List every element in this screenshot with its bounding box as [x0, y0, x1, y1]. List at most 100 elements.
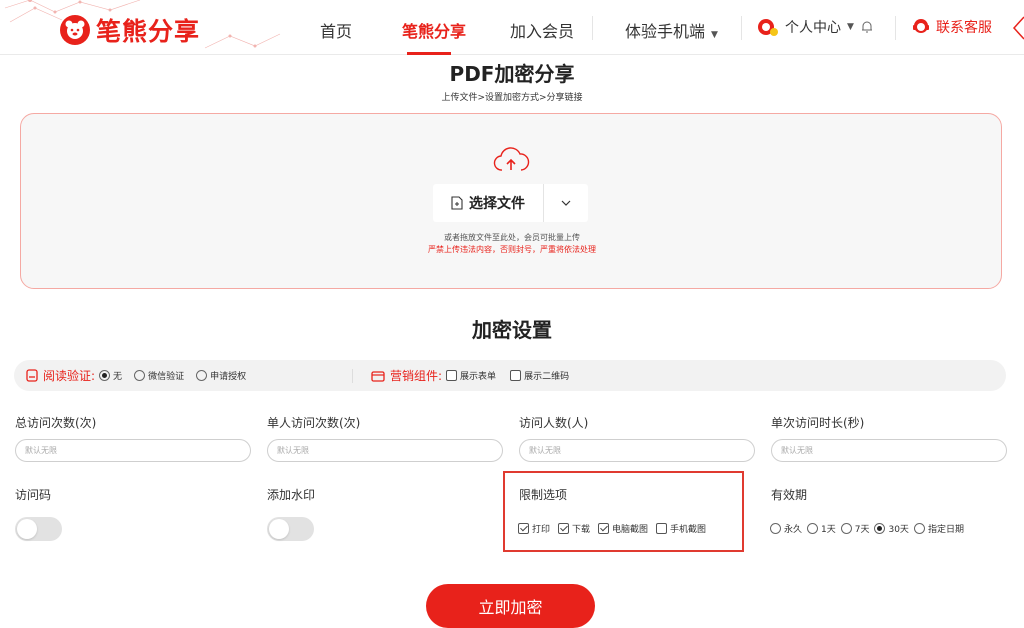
support-agent-icon [913, 19, 929, 33]
process-steps: 上传文件>设置加密方式>分享链接 [441, 93, 583, 103]
radio-validity-30day[interactable]: 30天 [874, 522, 909, 535]
active-nav-indicator [407, 52, 451, 55]
checkbox-box [510, 370, 522, 381]
checkbox-pc-screenshot[interactable]: 电脑截图 [598, 522, 648, 535]
radio-validity-custom-date[interactable]: 指定日期 [913, 522, 964, 535]
nav-home[interactable]: 首页 [320, 18, 352, 42]
user-center-menu[interactable]: 个人中心 ▼ [757, 17, 874, 37]
choose-file-label: 选择文件 [469, 196, 525, 212]
radio-dot [807, 523, 819, 534]
read-verify-label: 阅读验证: [43, 369, 96, 383]
bear-logo-icon [60, 15, 90, 45]
bar-divider [352, 369, 353, 383]
radio-validity-forever[interactable]: 永久 [770, 522, 802, 535]
radio-validity-7day[interactable]: 7天 [840, 522, 870, 535]
total-visits-label: 总访问次数(次) [15, 416, 97, 430]
visitor-count-label: 访问人数(人) [519, 416, 589, 430]
per-user-visits-label: 单人访问次数(次) [267, 416, 361, 430]
checkbox-box [656, 523, 668, 534]
nav-mobile[interactable]: 体验手机端 ▼ [625, 18, 718, 42]
restrict-options-label: 限制选项 [519, 488, 568, 502]
logo-text: 笔熊分享 [96, 17, 201, 46]
visitor-count-input[interactable] [519, 439, 755, 462]
radio-dot [99, 370, 111, 381]
read-verify-group: 阅读验证: 无 微信验证 申请授权 [26, 360, 258, 391]
cloud-upload-icon [493, 147, 530, 171]
checkbox-box [518, 523, 529, 534]
checkbox-print[interactable]: 打印 [518, 522, 550, 535]
watermark-toggle[interactable] [267, 517, 314, 541]
total-visits-input[interactable] [15, 439, 251, 462]
file-icon [451, 196, 463, 210]
checkbox-box [558, 523, 570, 534]
choose-file-button-group: 选择文件 [433, 184, 588, 222]
checkbox-label: 展示表单 [460, 372, 497, 382]
visit-duration-input[interactable] [771, 439, 1007, 462]
nav-mobile-label: 体验手机端 [625, 22, 706, 41]
checkbox-show-qrcode[interactable]: 展示二维码 [510, 369, 569, 382]
checkbox-label: 电脑截图 [612, 525, 649, 535]
nav-divider [895, 16, 896, 40]
user-center-label: 个人中心 [785, 20, 841, 36]
radio-label: 申请授权 [210, 372, 247, 382]
top-header: 笔熊分享 首页 笔熊分享 加入会员 体验手机端 ▼ 个人中心 ▼ 联系客服 [0, 0, 1024, 55]
checkbox-mobile-screenshot[interactable]: 手机截图 [656, 522, 706, 535]
radio-dot [840, 523, 852, 534]
visit-duration-label: 单次访问时长(秒) [771, 416, 865, 430]
radio-label: 7天 [854, 525, 870, 535]
wallet-icon [371, 370, 385, 382]
checkbox-box [598, 523, 610, 534]
side-panel-tab-icon[interactable] [1008, 15, 1024, 41]
chevron-down-icon [561, 200, 571, 206]
watermark-label: 添加水印 [267, 488, 316, 502]
marketing-label: 营销组件: [390, 369, 443, 383]
restrict-options-group: 打印 下载 电脑截图 手机截图 [518, 522, 714, 535]
upload-warning: 严禁上传违法内容，否则封号，严重将依法处理 [428, 245, 596, 254]
bell-icon[interactable] [860, 20, 874, 34]
radio-label: 1天 [821, 525, 836, 535]
verification-options-bar: 阅读验证: 无 微信验证 申请授权 营销组件: 展示表单 展示二维码 [14, 360, 1006, 391]
page-title: PDF加密分享 [449, 62, 575, 86]
radio-dot [770, 523, 781, 534]
checkbox-box [446, 370, 458, 381]
user-avatar-icon [758, 19, 778, 36]
contact-support-link[interactable]: 联系客服 [911, 17, 992, 37]
nav-join-member[interactable]: 加入会员 [510, 18, 574, 42]
validity-label: 有效期 [771, 488, 808, 502]
nav-bixiong-share[interactable]: 笔熊分享 [402, 18, 466, 42]
radio-label: 指定日期 [927, 525, 964, 535]
checkbox-label: 手机截图 [670, 525, 707, 535]
site-logo[interactable]: 笔熊分享 [60, 12, 200, 48]
phone-verify-icon [26, 369, 38, 382]
chevron-down-icon: ▼ [847, 22, 854, 32]
access-code-label: 访问码 [15, 488, 52, 502]
radio-label: 30天 [888, 525, 909, 535]
radio-verify-wechat[interactable]: 微信验证 [134, 369, 184, 382]
upload-source-dropdown[interactable] [544, 184, 588, 222]
radio-dot [874, 523, 886, 534]
encrypt-now-button[interactable]: 立即加密 [426, 584, 595, 628]
nav-divider [741, 16, 742, 40]
radio-dot [913, 523, 925, 534]
checkbox-download[interactable]: 下载 [558, 522, 590, 535]
radio-label: 永久 [784, 525, 803, 535]
checkbox-show-form[interactable]: 展示表单 [446, 369, 496, 382]
nav-divider [592, 16, 593, 40]
marketing-group: 营销组件: 展示表单 展示二维码 [371, 360, 581, 391]
radio-validity-1day[interactable]: 1天 [807, 522, 836, 535]
restrict-options-highlight [503, 471, 744, 552]
choose-file-button[interactable]: 选择文件 [433, 184, 544, 222]
radio-label: 微信验证 [148, 372, 185, 382]
radio-label: 无 [113, 372, 123, 382]
chevron-down-icon: ▼ [711, 30, 718, 40]
contact-label: 联系客服 [936, 20, 992, 36]
settings-title: 加密设置 [472, 318, 552, 342]
checkbox-label: 打印 [532, 525, 551, 535]
radio-dot [196, 370, 208, 381]
radio-dot [134, 370, 146, 381]
checkbox-label: 下载 [572, 525, 591, 535]
radio-verify-none[interactable]: 无 [99, 369, 122, 382]
access-code-toggle[interactable] [15, 517, 62, 541]
radio-verify-apply[interactable]: 申请授权 [196, 369, 246, 382]
per-user-visits-input[interactable] [267, 439, 503, 462]
